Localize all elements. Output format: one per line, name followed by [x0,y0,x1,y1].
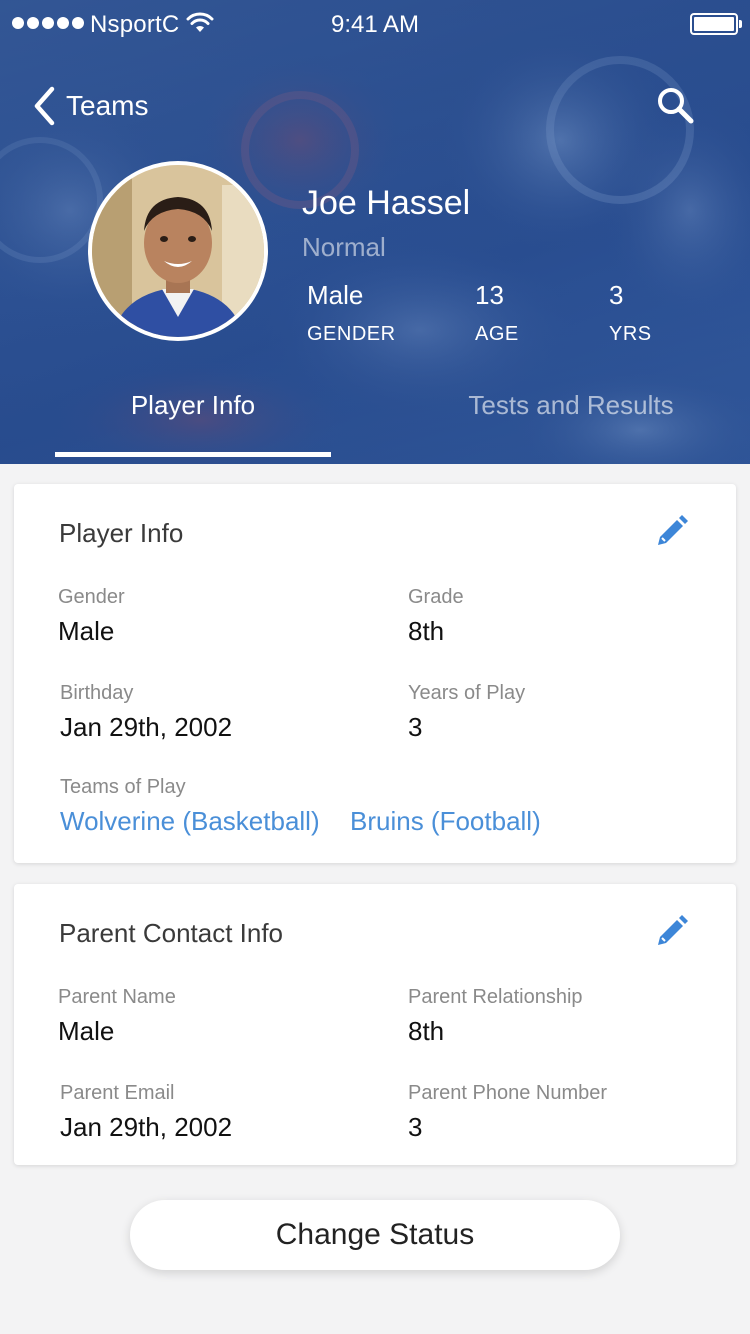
tab-player-info[interactable]: Player Info [55,390,331,460]
field-label-parent-relationship: Parent Relationship [408,986,583,1008]
edit-player-info-button[interactable] [655,514,689,548]
player-info-card: Player Info Gender Male Grade 8th Birthd… [14,484,736,863]
status-time: 9:41 AM [330,11,420,38]
team-link-wolverine[interactable]: Wolverine (Basketball) [60,806,320,837]
stat-label: AGE [475,323,519,345]
player-name: Joe Hassel [302,184,471,222]
field-label-parent-phone: Parent Phone Number [408,1082,608,1104]
pencil-icon [658,515,688,545]
field-label-teams-of-play: Teams of Play [60,776,186,798]
field-value-grade: 8th [408,616,445,646]
field-value-years-of-play: 3 [408,712,423,742]
pencil-icon [658,915,688,945]
stat-value: 13 [475,280,504,310]
active-tab-indicator [55,452,331,457]
back-button[interactable]: Teams [30,84,148,128]
field-value-parent-email: Jan 29th, 2002 [60,1112,233,1142]
stat-label: YRS [609,323,652,345]
chevron-left-icon [34,86,55,126]
status-bar: NsportC 9:41 AM [0,0,750,50]
stat-gender: Male GENDER [307,280,396,346]
battery-icon [690,13,742,35]
field-value-gender: Male [58,616,115,646]
profile-header: NsportC 9:41 AM Teams Joe Hassel Normal … [0,0,750,464]
stat-years: 3 YRS [609,280,652,346]
field-label-years-of-play: Years of Play [408,682,526,704]
field-label-grade: Grade [408,586,464,608]
stat-age: 13 AGE [475,280,519,346]
player-avatar [88,161,268,341]
field-value-parent-name: Male [58,1016,115,1046]
back-label: Teams [66,90,149,121]
search-button[interactable] [654,84,698,128]
stat-label: GENDER [307,323,396,345]
player-status: Normal [302,232,386,262]
team-link-bruins[interactable]: Bruins (Football) [350,806,541,837]
field-value-parent-phone: 3 [408,1112,423,1142]
field-label-gender: Gender [58,586,125,608]
stat-value: Male [307,280,364,310]
tab-tests-and-results[interactable]: Tests and Results [430,390,712,460]
card-title: Player Info [59,518,184,548]
search-icon [658,88,694,124]
field-value-parent-relationship: 8th [408,1016,445,1046]
field-label-parent-name: Parent Name [58,986,176,1008]
field-label-birthday: Birthday [60,682,134,704]
change-status-button[interactable]: Change Status [130,1200,620,1270]
stat-value: 3 [609,280,624,310]
parent-contact-card: Parent Contact Info Parent Name Male Par… [14,884,736,1165]
card-title: Parent Contact Info [59,918,284,948]
edit-parent-info-button[interactable] [655,914,689,948]
field-label-parent-email: Parent Email [60,1082,175,1104]
field-value-birthday: Jan 29th, 2002 [60,712,233,742]
